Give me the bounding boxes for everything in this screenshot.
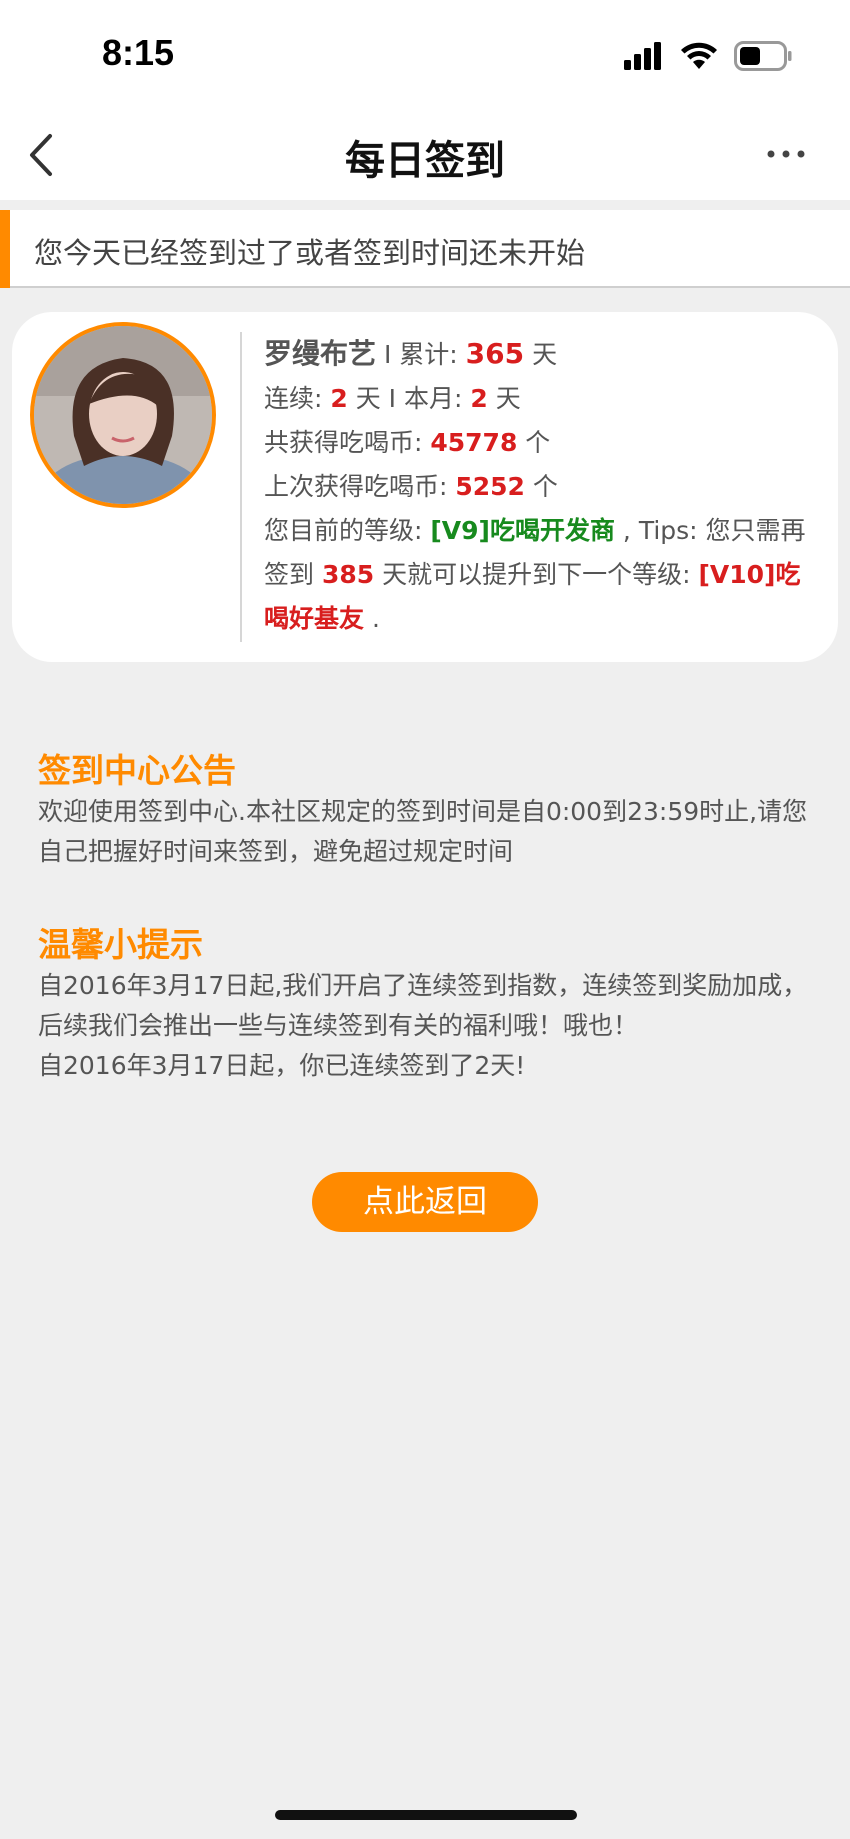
home-indicator (275, 1810, 577, 1820)
tips-title: 温馨小提示 (38, 925, 203, 964)
card-divider (240, 332, 242, 642)
status-time: 8:15 (102, 32, 175, 73)
status-bar: 8:15 (0, 0, 850, 110)
day-unit: 天 (524, 340, 558, 369)
streak-label: 连续: (264, 384, 331, 413)
navigation-bar: 每日签到 (0, 110, 850, 200)
stats-info: 罗缦布艺 I 累计: 365 天 连续: 2 天 I 本月: 2 天 共获得吃喝… (264, 332, 824, 641)
last-coins-line: 上次获得吃喝币: 5252 个 (264, 465, 824, 509)
page-title: 每日签到 (345, 138, 505, 184)
announcement-text: 欢迎使用签到中心.本社区规定的签到时间是自0:00到23:59时止,请您自己把握… (38, 797, 808, 866)
month-label: 本月: (404, 384, 471, 413)
return-button[interactable]: 点此返回 (312, 1172, 538, 1232)
tips-text: 自2016年3月17日起,我们开启了连续签到指数，连续签到奖励加成，后续我们会推… (38, 971, 808, 1040)
streak-month-line: 连续: 2 天 I 本月: 2 天 (264, 377, 824, 421)
day-unit: 天 (487, 384, 521, 413)
coins-unit: 个 (517, 428, 551, 457)
coins-total: 45778 (430, 428, 518, 457)
tips-mid: 天就可以提升到下一个等级: (374, 560, 699, 589)
separator: I (376, 340, 400, 369)
streak-since-text: 自2016年3月17日起，你已连续签到了2天! (38, 1051, 526, 1080)
avatar-photo (34, 326, 212, 504)
day-unit: 天 (347, 384, 381, 413)
notice-accent-bar (0, 210, 10, 288)
coins-unit: 个 (524, 472, 558, 501)
separator: I (380, 384, 405, 413)
name-total-line: 罗缦布艺 I 累计: 365 天 (264, 332, 824, 377)
more-options-icon[interactable] (766, 144, 806, 164)
avatar[interactable] (30, 322, 216, 508)
battery-icon (734, 41, 792, 71)
level-label: 您目前的等级: (264, 516, 431, 545)
days-needed: 385 (321, 560, 375, 589)
level-current: [V9]吃喝开发商 (430, 516, 615, 545)
tips-end: . (364, 604, 380, 633)
month-days: 2 (470, 384, 488, 413)
notice-text: 您今天已经签到过了或者签到时间还未开始 (34, 236, 586, 270)
user-stats-card: 罗缦布艺 I 累计: 365 天 连续: 2 天 I 本月: 2 天 共获得吃喝… (12, 312, 838, 662)
user-name: 罗缦布艺 (264, 337, 377, 370)
last-coins: 5252 (455, 472, 525, 501)
total-days: 365 (465, 337, 525, 370)
coins-total-line: 共获得吃喝币: 45778 个 (264, 421, 824, 465)
coins-label: 共获得吃喝币: (264, 428, 431, 457)
total-label: 累计: (399, 340, 466, 369)
last-coins-label: 上次获得吃喝币: (264, 472, 456, 501)
cellular-signal-icon (624, 42, 661, 70)
wifi-icon (681, 42, 717, 69)
streak-days: 2 (330, 384, 348, 413)
level-tips: 您目前的等级: [V9]吃喝开发商 , Tips: 您只需再签到 385 天就可… (264, 509, 824, 641)
status-icons (624, 40, 792, 72)
announcement-title: 签到中心公告 (38, 751, 236, 790)
checkin-notice: 您今天已经签到过了或者签到时间还未开始 (0, 210, 850, 288)
